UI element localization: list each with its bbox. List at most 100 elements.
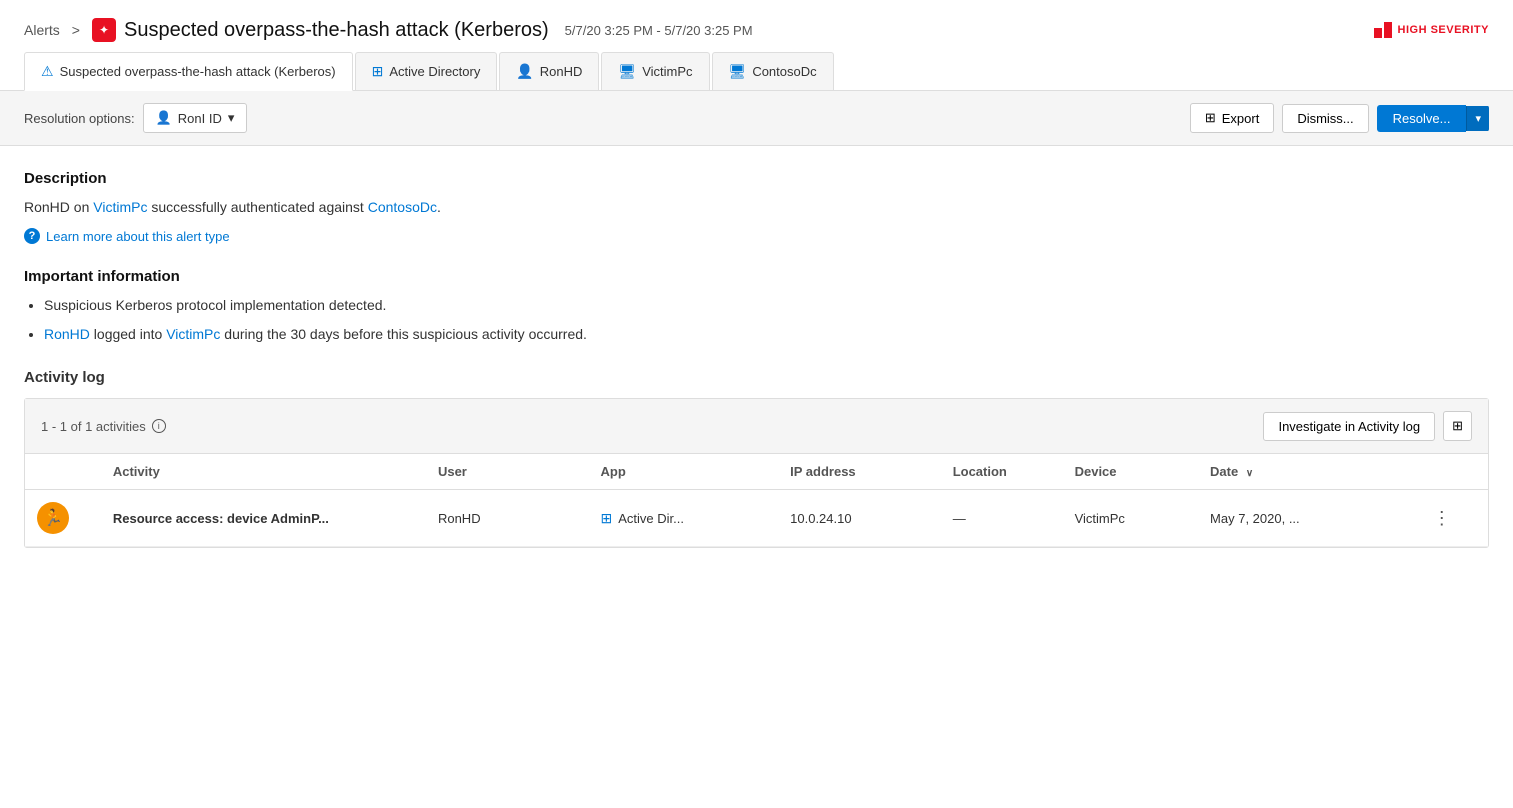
resolve-main-button[interactable]: Resolve... xyxy=(1377,105,1467,132)
severity-badge: HIGH SEVERITY xyxy=(1374,22,1489,38)
app-cell-inner: ⊞ Active Dir... xyxy=(601,510,767,527)
tab-alert-label: Suspected overpass-the-hash attack (Kerb… xyxy=(60,64,336,79)
filter-icon: ⊞ xyxy=(1452,418,1463,433)
bullet-2-link1[interactable]: RonHD xyxy=(44,326,90,342)
activity-count: 1 - 1 of 1 activities i xyxy=(41,419,166,434)
activity-toolbar: 1 - 1 of 1 activities i Investigate in A… xyxy=(25,399,1488,454)
severity-bar-2 xyxy=(1384,22,1392,38)
header-left: Alerts > Suspected overpass-the-hash att… xyxy=(24,18,753,42)
desc-text-end: . xyxy=(437,199,441,215)
activity-log-title: Activity log xyxy=(24,369,1489,386)
tab-active-directory[interactable]: ⊞ Active Directory xyxy=(355,52,498,90)
activity-table: Activity User App IP address Location De… xyxy=(25,454,1488,547)
export-icon: ⊞ xyxy=(1205,110,1216,126)
activity-name-cell: Resource access: device AdminP... xyxy=(101,490,426,547)
description-title: Description xyxy=(24,170,1489,187)
bullet-1-text: Suspicious Kerberos protocol implementat… xyxy=(44,297,386,313)
desc-text-mid: successfully authenticated against xyxy=(147,199,367,215)
desc-link-victimpc[interactable]: VictimPc xyxy=(93,199,147,215)
info-icon: ? xyxy=(24,228,40,244)
desc-link-contosodc[interactable]: ContosoDc xyxy=(368,199,437,215)
activity-table-wrapper: 1 - 1 of 1 activities i Investigate in A… xyxy=(24,398,1489,548)
col-header-ip[interactable]: IP address xyxy=(778,454,941,490)
col-header-activity[interactable]: Activity xyxy=(101,454,426,490)
user-cell: RonHD xyxy=(426,490,589,547)
bullet-list: Suspicious Kerberos protocol implementat… xyxy=(24,295,1489,345)
table-header: Activity User App IP address Location De… xyxy=(25,454,1488,490)
severity-bars xyxy=(1374,22,1392,38)
filter-button[interactable]: ⊞ xyxy=(1443,411,1472,441)
bullet-2-after: during the 30 days before this suspiciou… xyxy=(220,326,587,342)
content: Description RonHD on VictimPc successful… xyxy=(0,146,1513,548)
tab-victimpc-label: VictimPc xyxy=(642,64,692,79)
toolbar-left: Resolution options: 👤 RonI ID ▾ xyxy=(24,103,247,133)
resolution-label: Resolution options: xyxy=(24,111,135,126)
severity-bar-1 xyxy=(1374,28,1382,38)
windows-icon-ad: ⊞ xyxy=(372,63,384,80)
dropdown-chevron-icon: ▾ xyxy=(228,110,235,126)
list-item-2: RonHD logged into VictimPc during the 30… xyxy=(44,324,1489,345)
resolution-dropdown[interactable]: 👤 RonI ID ▾ xyxy=(143,103,248,133)
date-cell: May 7, 2020, ... xyxy=(1198,490,1415,547)
col-header-app[interactable]: App xyxy=(589,454,779,490)
learn-more-label: Learn more about this alert type xyxy=(46,229,230,244)
sort-arrow-icon: ∨ xyxy=(1246,468,1253,479)
table-body: 🏃 Resource access: device AdminP... RonH… xyxy=(25,490,1488,547)
important-section: Important information Suspicious Kerbero… xyxy=(24,268,1489,345)
activity-toolbar-right: Investigate in Activity log ⊞ xyxy=(1263,411,1472,441)
tab-alert[interactable]: ⚠ Suspected overpass-the-hash attack (Ke… xyxy=(24,52,353,91)
activity-section: Activity log 1 - 1 of 1 activities i Inv… xyxy=(24,369,1489,548)
toolbar-right: ⊞ Export Dismiss... Resolve... ▾ xyxy=(1190,103,1489,133)
alert-tab-icon: ⚠ xyxy=(41,63,54,80)
resolve-chevron-icon: ▾ xyxy=(1475,113,1481,125)
toolbar: Resolution options: 👤 RonI ID ▾ ⊞ Export… xyxy=(0,91,1513,146)
activity-count-text: 1 - 1 of 1 activities xyxy=(41,419,146,434)
ip-cell: 10.0.24.10 xyxy=(778,490,941,547)
device-icon-contosodc: 🖥 xyxy=(729,63,747,80)
export-button[interactable]: ⊞ Export xyxy=(1190,103,1274,133)
tab-ronhd-label: RonHD xyxy=(540,64,583,79)
device-cell: VictimPc xyxy=(1063,490,1198,547)
col-header-date[interactable]: Date ∨ xyxy=(1198,454,1415,490)
tab-victimpc[interactable]: 🖥 VictimPc xyxy=(601,52,709,90)
desc-text-pre-link1: RonHD on xyxy=(24,199,93,215)
bullet-2-link2[interactable]: VictimPc xyxy=(166,326,220,342)
resolve-dropdown-button[interactable]: ▾ xyxy=(1466,106,1489,131)
resolution-value: RonI ID xyxy=(178,111,222,126)
header-dates: 5/7/20 3:25 PM - 5/7/20 3:25 PM xyxy=(565,23,753,38)
important-title: Important information xyxy=(24,268,1489,285)
activity-row-icon: 🏃 xyxy=(37,502,69,534)
entity-tabs: ⚠ Suspected overpass-the-hash attack (Ke… xyxy=(0,52,1513,91)
app-name: Active Dir... xyxy=(618,511,684,526)
row-more-button[interactable]: ⋮ xyxy=(1427,506,1457,531)
col-header-more xyxy=(1415,454,1488,490)
page-wrapper: Alerts > Suspected overpass-the-hash att… xyxy=(0,0,1513,808)
breadcrumb-alerts: Alerts xyxy=(24,22,60,38)
header: Alerts > Suspected overpass-the-hash att… xyxy=(0,0,1513,52)
list-item-1: Suspicious Kerberos protocol implementat… xyxy=(44,295,1489,316)
investigate-button[interactable]: Investigate in Activity log xyxy=(1263,412,1435,441)
activity-info-icon: i xyxy=(152,419,166,433)
user-icon-ronhd: 👤 xyxy=(516,63,533,80)
activity-name: Resource access: device AdminP... xyxy=(113,511,329,526)
row-icon-cell: 🏃 xyxy=(25,490,101,547)
alert-icon xyxy=(92,18,116,42)
breadcrumb-sep: > xyxy=(72,22,80,38)
page-title: Suspected overpass-the-hash attack (Kerb… xyxy=(124,19,549,42)
dismiss-button[interactable]: Dismiss... xyxy=(1282,104,1368,133)
tab-ronhd[interactable]: 👤 RonHD xyxy=(499,52,599,90)
learn-more-link[interactable]: ? Learn more about this alert type xyxy=(24,228,1489,244)
running-icon: 🏃 xyxy=(43,508,63,528)
export-label: Export xyxy=(1222,111,1260,126)
windows-app-icon: ⊞ xyxy=(601,510,613,527)
col-header-device[interactable]: Device xyxy=(1063,454,1198,490)
col-header-location[interactable]: Location xyxy=(941,454,1063,490)
table-row: 🏃 Resource access: device AdminP... RonH… xyxy=(25,490,1488,547)
tab-ad-label: Active Directory xyxy=(389,64,480,79)
severity-label: HIGH SEVERITY xyxy=(1398,24,1489,36)
tab-contosodc[interactable]: 🖥 ContosoDc xyxy=(712,52,834,90)
tab-contosodc-label: ContosoDc xyxy=(752,64,816,79)
col-header-icon xyxy=(25,454,101,490)
col-header-user[interactable]: User xyxy=(426,454,589,490)
resolution-user-icon: 👤 xyxy=(156,110,172,126)
